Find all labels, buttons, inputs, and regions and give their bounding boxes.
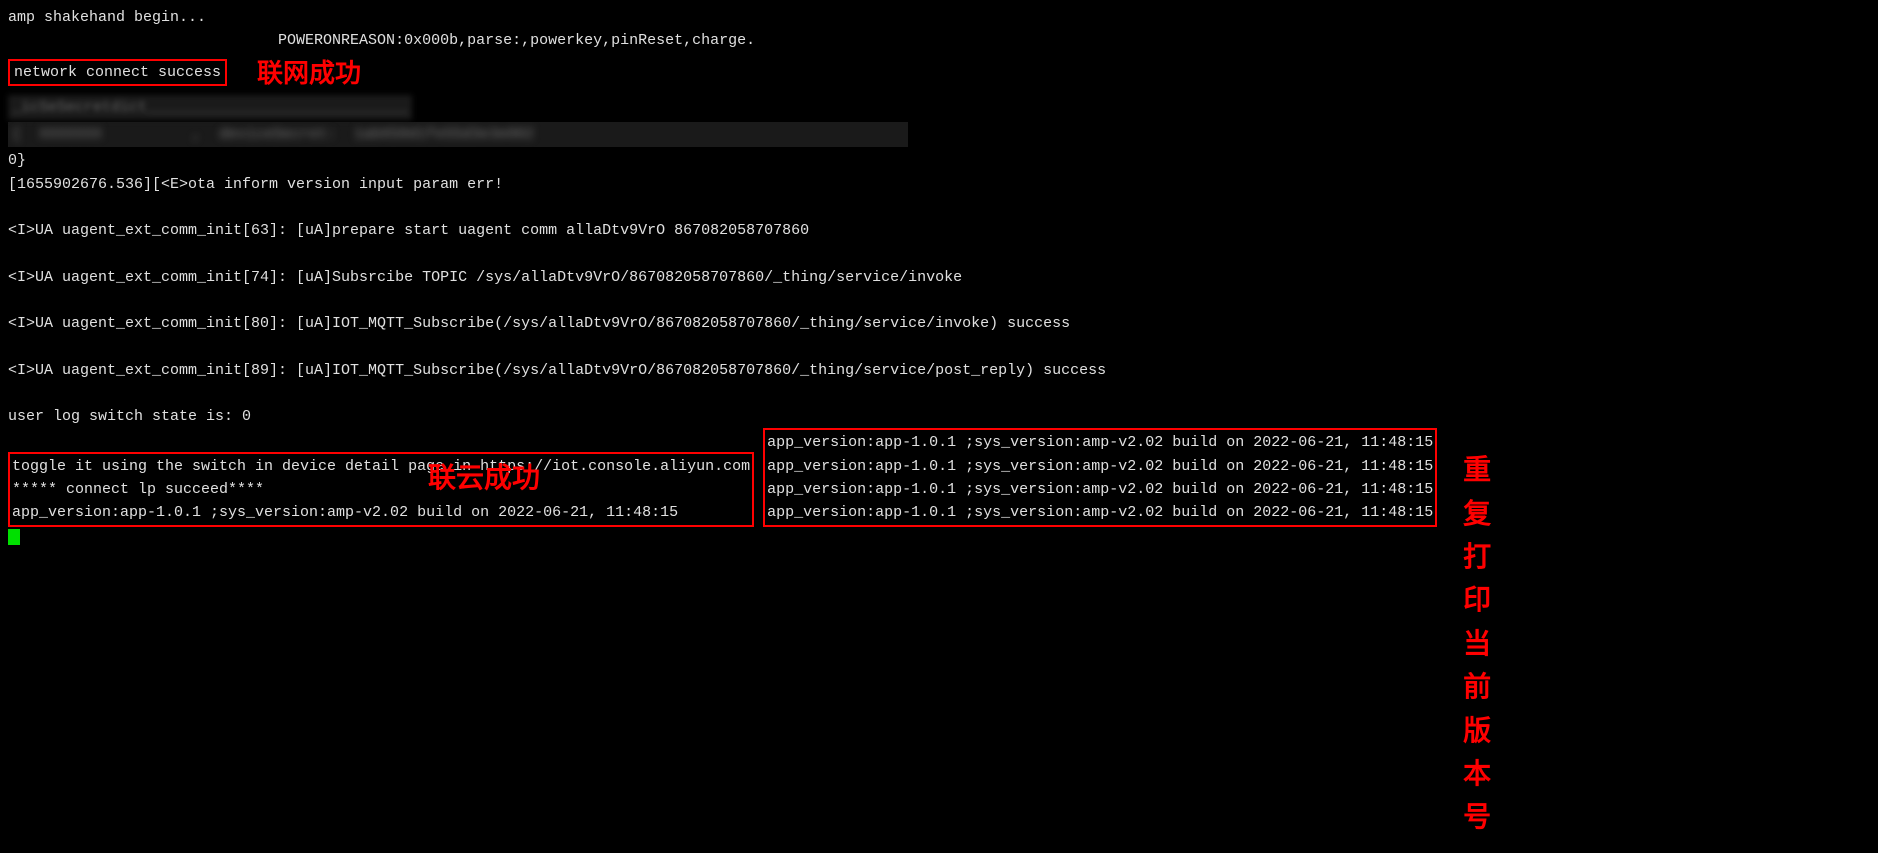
log-line: POWERONREASON:0x000b,parse:,powerkey,pin… xyxy=(8,29,1870,52)
log-line-uagent63: <I>UA uagent_ext_comm_init[63]: [uA]prep… xyxy=(8,219,1870,242)
annotation-cloud-success: 联云成功 xyxy=(428,456,540,499)
log-line: 0} xyxy=(8,149,1870,172)
network-connect-line: network connect success xyxy=(8,59,227,86)
log-line-appver4: app_version:app-1.0.1 ;sys_version:amp-v… xyxy=(767,478,1433,501)
log-line: amp shakehand begin... xyxy=(8,6,1870,29)
log-line-appver3: app_version:app-1.0.1 ;sys_version:amp-v… xyxy=(767,455,1433,478)
annotation-repeat-version: 重复打印当前版本号 xyxy=(1463,448,1491,839)
log-line-uagent89: <I>UA uagent_ext_comm_init[89]: [uA]IOT_… xyxy=(8,359,1870,382)
log-line-appver5: app_version:app-1.0.1 ;sys_version:amp-v… xyxy=(767,501,1433,524)
log-line-uagent80: <I>UA uagent_ext_comm_init[80]: [uA]IOT_… xyxy=(8,312,1870,335)
annotation-network-success: 联网成功 xyxy=(257,53,361,93)
log-line-userlog: user log switch state is: 0 xyxy=(8,405,1870,428)
log-line-blurred2: { XXXXXXX , deviceSecret: 1ab650d1fe55d3… xyxy=(8,122,908,147)
log-line-appver-first: app_version:app-1.0.1 ;sys_version:amp-v… xyxy=(12,501,750,524)
log-line-appver2: app_version:app-1.0.1 ;sys_version:amp-v… xyxy=(767,431,1433,454)
log-line-toggle: toggle it using the switch in device det… xyxy=(12,455,750,478)
log-line-ota: [1655902676.536][<E>ota inform version i… xyxy=(8,173,1870,196)
log-line-blurred: _icSeSecretdict_________________________… xyxy=(8,95,412,120)
cursor-block xyxy=(8,529,20,545)
terminal-output: amp shakehand begin... POWERONREASON:0x0… xyxy=(0,0,1878,559)
log-line-connect-lp: ***** connect lp succeed**** xyxy=(12,478,750,501)
log-line-uagent74: <I>UA uagent_ext_comm_init[74]: [uA]Subs… xyxy=(8,266,1870,289)
